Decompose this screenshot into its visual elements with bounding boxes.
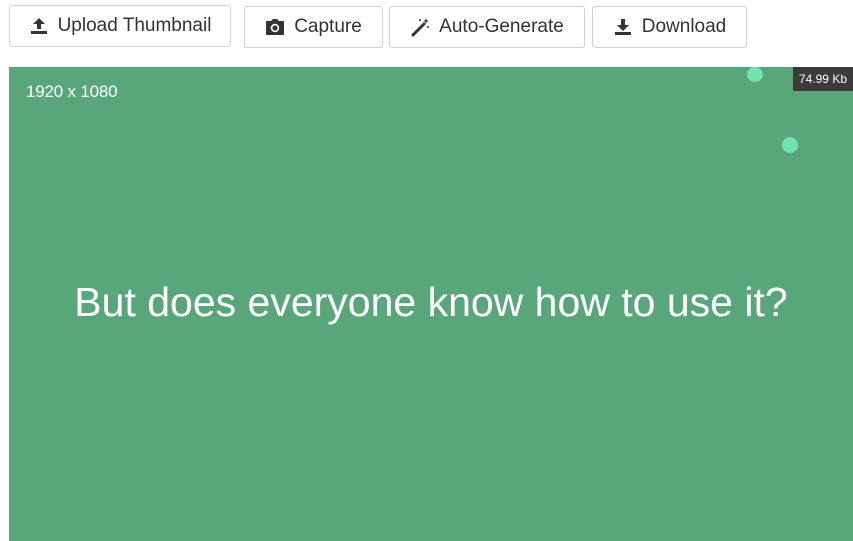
thumbnail-toolbar: Upload Thumbnail Capture Auto-Generate D… xyxy=(0,0,853,67)
capture-label: Capture xyxy=(294,16,362,37)
thumbnail-preview: 1920 x 1080 74.99 Kb But does everyone k… xyxy=(9,67,853,541)
camera-icon xyxy=(265,17,285,37)
download-button[interactable]: Download xyxy=(592,6,747,48)
resolution-label: 1920 x 1080 xyxy=(26,82,118,101)
download-icon xyxy=(613,17,633,37)
magic-wand-icon xyxy=(410,17,430,37)
decorative-dot xyxy=(782,137,798,153)
decorative-dot xyxy=(747,67,763,82)
auto-generate-button[interactable]: Auto-Generate xyxy=(389,6,585,48)
upload-icon xyxy=(29,16,49,36)
slide-text: But does everyone know how to use it? xyxy=(74,279,788,325)
auto-generate-label: Auto-Generate xyxy=(439,16,564,37)
download-label: Download xyxy=(641,16,727,37)
upload-thumbnail-button[interactable]: Upload Thumbnail xyxy=(9,5,231,47)
file-size-badge: 74.99 Kb xyxy=(792,67,853,91)
upload-thumbnail-label: Upload Thumbnail xyxy=(57,15,212,36)
capture-button[interactable]: Capture xyxy=(244,6,383,48)
